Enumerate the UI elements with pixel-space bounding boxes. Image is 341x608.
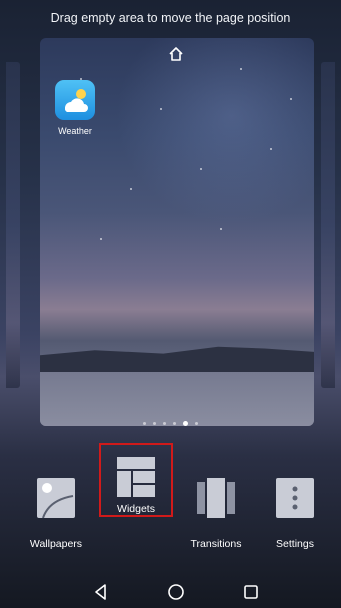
page-dot — [153, 421, 156, 425]
settings-icon — [276, 478, 314, 518]
transitions-icon — [197, 478, 235, 518]
drag-hint-text: Drag empty area to move the page positio… — [50, 11, 291, 25]
page-dot — [195, 421, 198, 425]
mountain-silhouette — [40, 346, 314, 374]
back-icon[interactable] — [91, 582, 111, 602]
app-label-weather: Weather — [58, 126, 92, 136]
default-home-page-icon[interactable] — [168, 46, 184, 62]
right-page-preview[interactable] — [321, 62, 335, 388]
app-weather[interactable]: Weather — [52, 80, 98, 136]
recents-icon[interactable] — [241, 582, 261, 602]
widgets-button[interactable]: Widgets — [99, 443, 173, 517]
wallpaper-icon — [37, 478, 75, 519]
page-dot — [143, 421, 146, 425]
weather-icon — [55, 80, 95, 120]
navigation-bar — [0, 576, 341, 608]
wallpapers-label: Wallpapers — [29, 538, 83, 550]
lake-reflection — [40, 372, 314, 426]
transitions-button[interactable]: Transitions — [181, 470, 251, 550]
page-dot — [173, 421, 176, 425]
widgets-label: Widgets — [117, 503, 155, 515]
page-indicator — [0, 420, 341, 426]
home-icon[interactable] — [166, 582, 186, 602]
widgets-icon — [117, 457, 155, 497]
page-dot — [163, 421, 166, 425]
transitions-label: Transitions — [190, 538, 242, 550]
edit-toolbar: Wallpapers Widgets Transitions Settings — [0, 443, 341, 560]
page-dot-active — [183, 420, 188, 426]
settings-label: Settings — [276, 538, 314, 550]
wallpapers-button[interactable]: Wallpapers — [21, 470, 91, 550]
left-page-preview[interactable] — [6, 62, 20, 388]
settings-button[interactable]: Settings — [260, 470, 330, 550]
